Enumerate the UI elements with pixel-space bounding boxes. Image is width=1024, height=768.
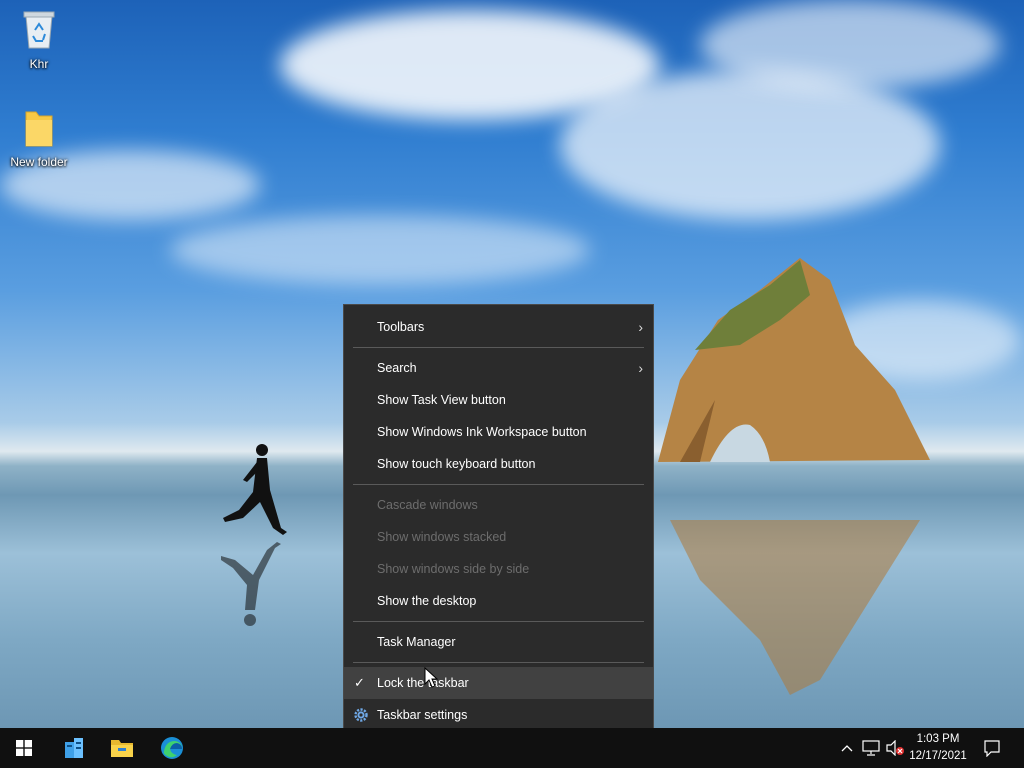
menu-item-label: Taskbar settings	[377, 708, 468, 722]
mouse-cursor-icon	[424, 667, 438, 688]
taskbar-edge[interactable]	[148, 728, 196, 768]
taskbar-context-menu: Toolbars › Search › Show Task View butto…	[343, 304, 654, 741]
menu-item-show-ink-workspace[interactable]: Show Windows Ink Workspace button	[344, 416, 653, 448]
runner-silhouette	[221, 444, 287, 626]
menu-item-taskbar-settings[interactable]: Taskbar settings	[344, 699, 653, 731]
taskbar-file-explorer[interactable]	[98, 728, 146, 768]
menu-item-label: Task Manager	[377, 635, 456, 649]
gear-icon	[354, 708, 368, 722]
menu-item-windows-side-by-side: Show windows side by side	[344, 553, 653, 585]
menu-item-windows-stacked: Show windows stacked	[344, 521, 653, 553]
menu-item-search[interactable]: Search ›	[344, 352, 653, 384]
menu-item-label: Show touch keyboard button	[377, 457, 536, 471]
notifications-icon	[984, 740, 1000, 757]
menu-item-label: Search	[377, 361, 417, 375]
menu-item-label: Show the desktop	[377, 594, 477, 608]
chevron-right-icon: ›	[638, 319, 643, 335]
taskbar-server-manager[interactable]	[50, 728, 98, 768]
wallpaper-cloud	[170, 215, 590, 285]
menu-item-show-desktop[interactable]: Show the desktop	[344, 585, 653, 617]
taskbar[interactable]: 1:03 PM 12/17/2021	[0, 728, 1024, 768]
network-icon	[862, 740, 880, 756]
menu-item-show-touch-keyboard[interactable]: Show touch keyboard button	[344, 448, 653, 480]
menu-item-label: Toolbars	[377, 320, 425, 334]
menu-separator	[353, 347, 644, 348]
chevron-right-icon: ›	[638, 360, 643, 376]
checkmark-icon: ✓	[354, 675, 365, 690]
wallpaper-cloud	[700, 0, 1000, 90]
menu-item-label: Cascade windows	[377, 498, 478, 512]
menu-item-cascade-windows: Cascade windows	[344, 489, 653, 521]
start-icon	[16, 740, 32, 756]
recycle-bin-icon	[23, 11, 55, 49]
sea-arch-rock	[658, 258, 930, 462]
menu-separator	[353, 662, 644, 663]
tray-network[interactable]	[860, 728, 882, 768]
taskbar-clock[interactable]: 1:03 PM 12/17/2021	[902, 731, 974, 765]
menu-item-label: Show windows side by side	[377, 562, 530, 576]
action-center-button[interactable]	[976, 728, 1008, 768]
desktop-icon-label: Khr	[29, 57, 49, 71]
menu-item-show-task-view[interactable]: Show Task View button	[344, 384, 653, 416]
desktop-icon-new-folder[interactable]: New folder	[1, 108, 77, 169]
folder-icon	[25, 111, 53, 147]
desktop-icon-recycle-bin[interactable]: Khr	[1, 8, 77, 71]
menu-item-label: Lock the taskbar	[377, 676, 469, 690]
clock-time: 1:03 PM	[916, 733, 960, 745]
menu-item-label: Show Windows Ink Workspace button	[377, 425, 587, 439]
wallpaper-cloud	[560, 70, 940, 220]
menu-separator	[353, 484, 644, 485]
tray-show-hidden-icons[interactable]	[838, 728, 856, 768]
rock-reflection	[670, 520, 920, 695]
menu-item-toolbars[interactable]: Toolbars ›	[344, 311, 653, 343]
file-explorer-icon	[111, 740, 133, 757]
menu-item-lock-taskbar[interactable]: ✓ Lock the taskbar	[344, 667, 653, 699]
menu-item-label: Show Task View button	[377, 393, 506, 407]
menu-item-label: Show windows stacked	[377, 530, 507, 544]
menu-separator	[353, 621, 644, 622]
start-button[interactable]	[0, 728, 48, 768]
chevron-up-icon	[841, 745, 853, 752]
server-manager-icon	[65, 738, 83, 758]
desktop-icon-label: New folder	[10, 155, 68, 169]
edge-icon	[161, 737, 183, 759]
menu-item-task-manager[interactable]: Task Manager	[344, 626, 653, 658]
clock-date: 12/17/2021	[909, 750, 967, 762]
